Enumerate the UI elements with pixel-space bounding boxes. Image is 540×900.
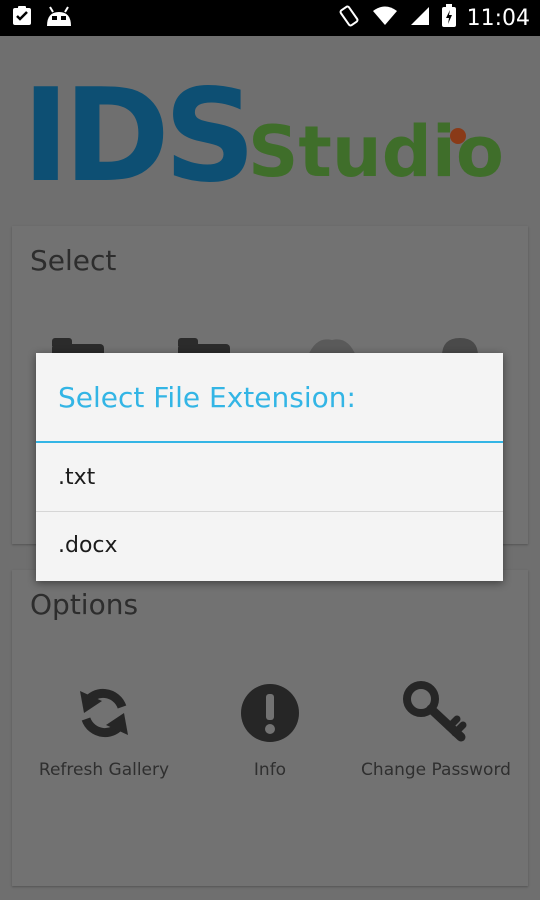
key-icon	[403, 681, 469, 749]
status-bar: 11:04	[0, 0, 540, 36]
dialog-item-txt[interactable]: .txt	[36, 443, 503, 511]
file-extension-dialog: Select File Extension: .txt .docx	[36, 353, 503, 581]
logo-studio-text: Studio	[248, 111, 504, 193]
refresh-gallery-option[interactable]: Refresh Gallery	[14, 680, 194, 780]
logo-ids-text: IDS	[22, 62, 256, 211]
task-check-icon	[10, 4, 34, 32]
logo-dot	[450, 128, 466, 144]
status-time: 11:04	[466, 5, 530, 31]
info-option[interactable]: Info	[180, 680, 360, 780]
info-label: Info	[253, 760, 287, 780]
options-row: Refresh Gallery Info Change Password	[12, 680, 528, 790]
options-card: Options Refresh Gallery Info Change Pass…	[12, 570, 528, 886]
ids-studio-logo: IDS Studio	[22, 62, 522, 212]
select-card-title: Select	[30, 244, 117, 277]
rotate-icon	[337, 4, 361, 32]
change-password-option[interactable]: Change Password	[346, 680, 526, 780]
dialog-item-docx[interactable]: .docx	[36, 511, 503, 579]
options-card-title: Options	[30, 588, 139, 621]
dialog-title: Select File Extension:	[36, 353, 503, 443]
signal-icon	[409, 5, 431, 31]
info-icon	[238, 681, 302, 749]
status-bar-left	[10, 4, 74, 32]
refresh-gallery-label: Refresh Gallery	[38, 760, 170, 780]
android-robot-icon	[44, 4, 74, 32]
wifi-icon	[371, 5, 399, 31]
change-password-label: Change Password	[361, 760, 511, 780]
battery-charging-icon	[441, 4, 457, 32]
status-bar-right: 11:04	[337, 4, 530, 32]
refresh-icon	[72, 681, 136, 749]
